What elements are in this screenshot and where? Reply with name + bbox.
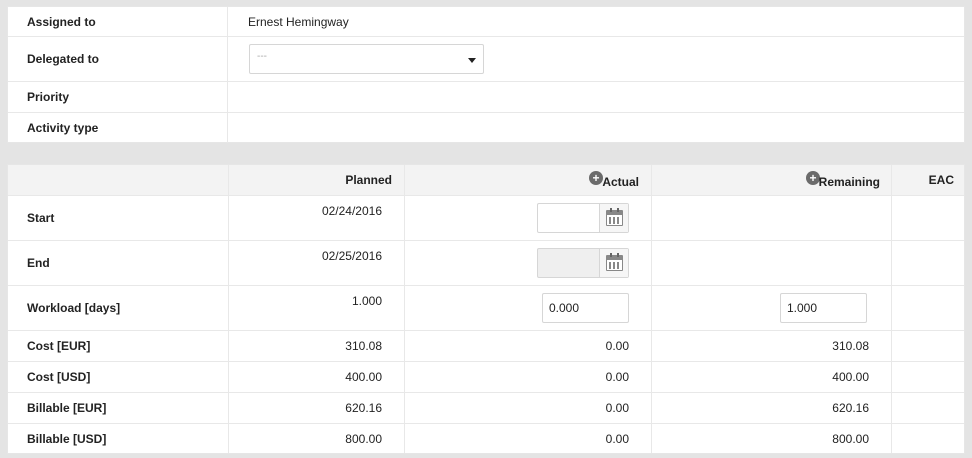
plus-circle-icon[interactable]: +: [589, 171, 603, 185]
row-divider: [8, 361, 964, 362]
delegated-to-select[interactable]: ---: [249, 44, 484, 74]
delegated-to-cell: ---: [228, 37, 964, 81]
billable-usd-planned: 800.00: [345, 432, 382, 446]
assigned-to-value: Ernest Hemingway: [248, 14, 349, 29]
start-actual-date-input[interactable]: [537, 203, 629, 233]
billable-eur-label: Billable [EUR]: [27, 401, 107, 415]
billable-usd-label: Billable [USD]: [27, 432, 107, 446]
billable-usd-actual: 0.00: [605, 432, 629, 446]
workload-label: Workload [days]: [27, 301, 121, 315]
activity-type-label: Activity type: [8, 113, 228, 143]
eac-header: EAC: [928, 173, 954, 187]
delegated-to-label: Delegated to: [8, 37, 228, 81]
cost-usd-label: Cost [USD]: [27, 370, 91, 384]
remaining-header: Remaining: [818, 175, 880, 189]
assignment-panel: Assigned to Ernest Hemingway Delegated t…: [7, 6, 965, 143]
end-planned: 02/25/2016: [321, 249, 382, 263]
calendar-icon: [606, 253, 623, 271]
priority-row: Priority: [8, 82, 964, 113]
assigned-to-row: Assigned to Ernest Hemingway: [8, 7, 964, 37]
row-divider: [8, 195, 964, 196]
activity-type-value: [228, 113, 964, 143]
end-label: End: [27, 256, 50, 270]
actual-header: Actual: [602, 175, 639, 189]
row-divider: [8, 423, 964, 424]
priority-label: Priority: [8, 82, 228, 112]
planning-grid: Planned + Actual + Remaining EAC Start 0…: [7, 164, 965, 454]
calendar-button[interactable]: [599, 249, 628, 277]
row-divider: [8, 240, 964, 241]
delegated-to-row: Delegated to ---: [8, 37, 964, 82]
row-divider: [8, 330, 964, 331]
billable-eur-planned: 620.16: [345, 401, 382, 415]
planned-header: Planned: [345, 173, 392, 187]
calendar-icon: [606, 208, 623, 226]
billable-eur-remaining: 620.16: [832, 401, 869, 415]
row-divider: [8, 392, 964, 393]
priority-value: [228, 82, 964, 112]
col-divider: [404, 165, 405, 453]
activity-type-row: Activity type: [8, 113, 964, 143]
cost-usd-actual: 0.00: [605, 370, 629, 384]
cost-eur-label: Cost [EUR]: [27, 339, 91, 353]
cost-eur-remaining: 310.08: [832, 339, 869, 353]
cost-usd-remaining: 400.00: [832, 370, 869, 384]
billable-usd-remaining: 800.00: [832, 432, 869, 446]
chevron-down-icon: [468, 58, 476, 63]
cost-eur-planned: 310.08: [345, 339, 382, 353]
assigned-to-label: Assigned to: [8, 7, 228, 36]
workload-remaining-input[interactable]: [780, 293, 867, 323]
row-divider: [8, 285, 964, 286]
start-label: Start: [27, 211, 55, 225]
delegated-to-placeholder: ---: [257, 51, 267, 62]
col-divider: [891, 165, 892, 453]
workload-actual-input[interactable]: [542, 293, 629, 323]
cost-eur-actual: 0.00: [605, 339, 629, 353]
workload-planned: 1.000: [351, 294, 382, 308]
col-divider: [228, 165, 229, 453]
col-divider: [651, 165, 652, 453]
cost-usd-planned: 400.00: [345, 370, 382, 384]
start-planned: 02/24/2016: [321, 204, 382, 218]
calendar-button[interactable]: [599, 204, 628, 232]
end-actual-date-input: [537, 248, 629, 278]
billable-eur-actual: 0.00: [605, 401, 629, 415]
